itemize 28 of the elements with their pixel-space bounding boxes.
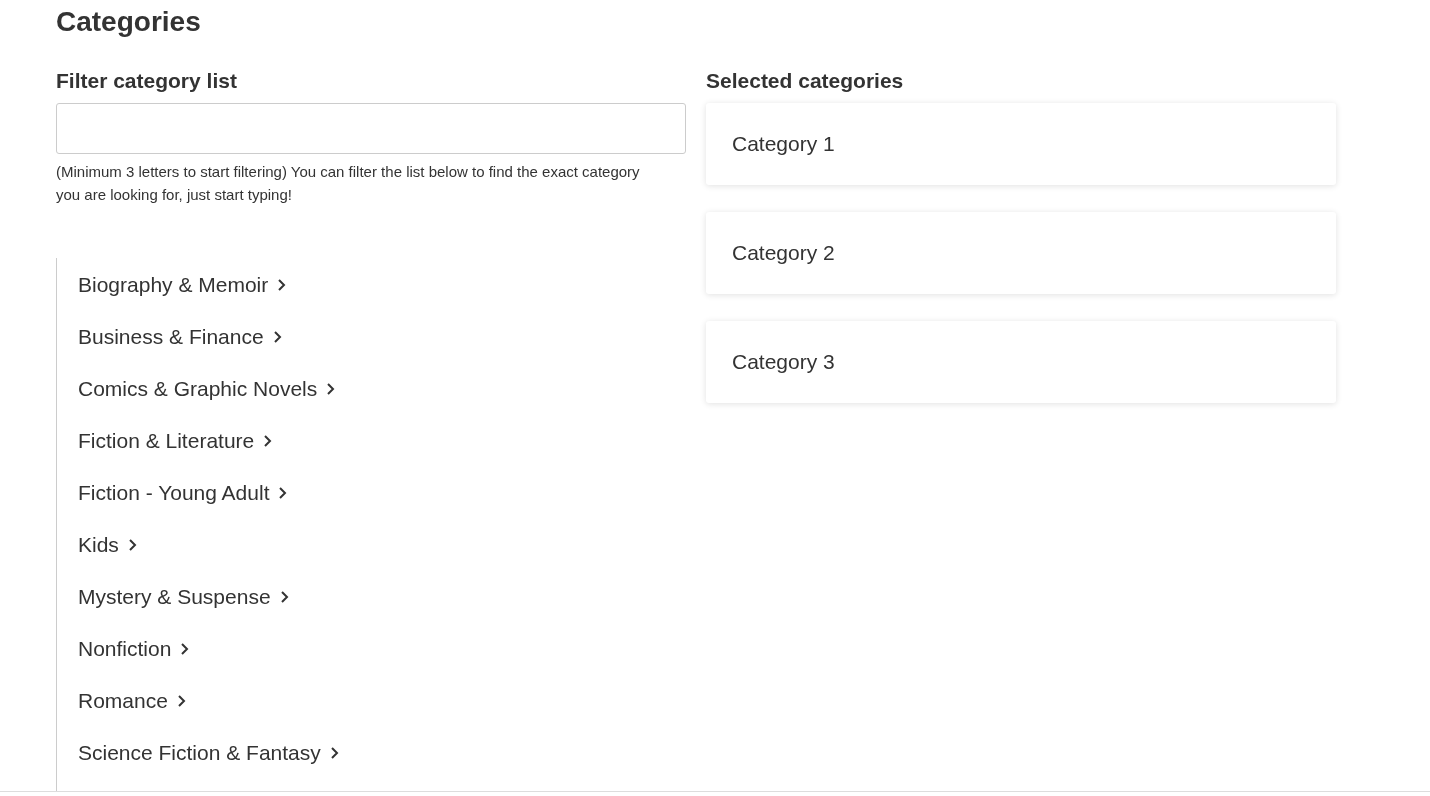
- category-link[interactable]: Fiction & Literature: [78, 428, 273, 454]
- category-link[interactable]: Nonfiction: [78, 636, 190, 662]
- category-link[interactable]: Kids: [78, 532, 137, 558]
- chevron-right-icon: [263, 434, 273, 448]
- category-link[interactable]: Fiction - Young Adult: [78, 480, 288, 506]
- chevron-right-icon: [277, 278, 287, 292]
- category-link[interactable]: Business & Finance: [78, 324, 282, 350]
- filter-label: Filter category list: [56, 68, 238, 94]
- filter-help-text: (Minimum 3 letters to start filtering) You can filter the list below to find the exact category you are looking for, just start typing!: [56, 162, 641, 205]
- chevron-right-icon: [272, 330, 282, 344]
- selected-category-card: Category 1: [706, 103, 1336, 185]
- chevron-right-icon: [180, 642, 190, 656]
- category-link[interactable]: Comics & Graphic Novels: [78, 376, 336, 402]
- chevron-right-icon: [127, 538, 137, 552]
- selected-category-card: Category 3: [706, 321, 1336, 403]
- category-link[interactable]: Science Fiction & Fantasy: [78, 740, 339, 766]
- selected-label: Selected categories: [706, 68, 905, 94]
- chevron-right-icon: [278, 486, 288, 500]
- chevron-right-icon: [326, 382, 336, 396]
- category-link[interactable]: Romance: [78, 688, 186, 714]
- chevron-right-icon: [279, 590, 289, 604]
- category-link[interactable]: Biography & Memoir: [78, 272, 287, 298]
- page-title: Categories: [56, 5, 202, 39]
- filter-input-field[interactable]: [56, 103, 686, 154]
- category-link[interactable]: Mystery & Suspense: [78, 584, 289, 610]
- selected-category-card: Category 2: [706, 212, 1336, 294]
- chevron-right-icon: [176, 694, 186, 708]
- chevron-right-icon: [329, 746, 339, 760]
